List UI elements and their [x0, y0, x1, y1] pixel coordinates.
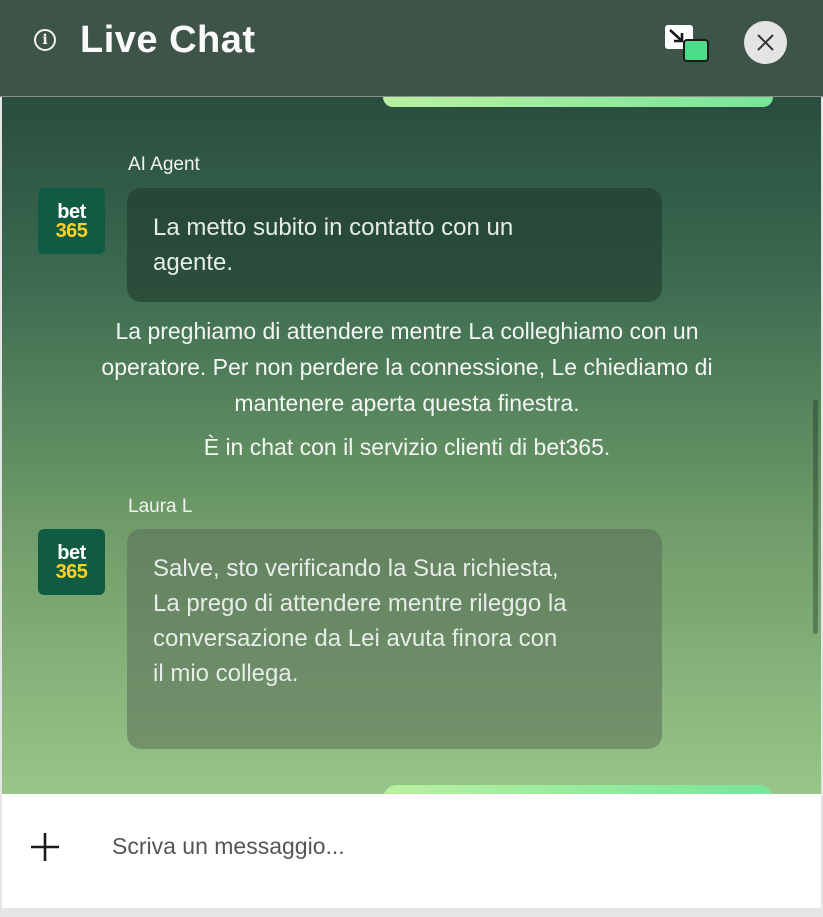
sender-name: Laura L [128, 496, 193, 517]
message-composer [2, 794, 821, 908]
popout-icon[interactable] [664, 24, 710, 64]
system-message: La preghiamo di attendere mentre La coll… [101, 318, 713, 416]
close-icon [757, 34, 774, 51]
avatar: bet 365 [38, 188, 105, 254]
chat-transcript[interactable]: AI Agent bet 365 La metto subito in cont… [2, 97, 821, 794]
scrollbar[interactable] [813, 400, 818, 634]
plus-icon[interactable] [28, 830, 62, 864]
avatar-logo-line2: 365 [55, 561, 88, 583]
sender-name: AI Agent [128, 154, 200, 175]
avatar-logo-line2: 365 [55, 220, 88, 242]
message-text: Salve, sto verificando la Sua richiesta,… [153, 555, 567, 687]
chat-header: i Live Chat [0, 0, 823, 97]
user-message-bubble [383, 97, 773, 107]
avatar: bet 365 [38, 529, 105, 595]
message-text: La metto subito in contatto con un agent… [153, 214, 514, 276]
agent-message-bubble: La metto subito in contatto con un agent… [127, 188, 662, 302]
close-button[interactable] [744, 21, 787, 64]
user-message-bubble [383, 785, 773, 794]
chat-title: Live Chat [80, 19, 256, 61]
info-icon[interactable]: i [34, 29, 56, 51]
message-input[interactable] [110, 822, 774, 870]
avatar-logo-line1: bet [57, 542, 86, 564]
avatar-logo-line1: bet [57, 201, 86, 223]
live-chat-window: i Live Chat AI Agent bet 365 La metto su… [0, 0, 823, 917]
system-message: È in chat con il servizio clienti di bet… [203, 434, 611, 460]
agent-message-bubble: Salve, sto verificando la Sua richiesta,… [127, 529, 662, 749]
